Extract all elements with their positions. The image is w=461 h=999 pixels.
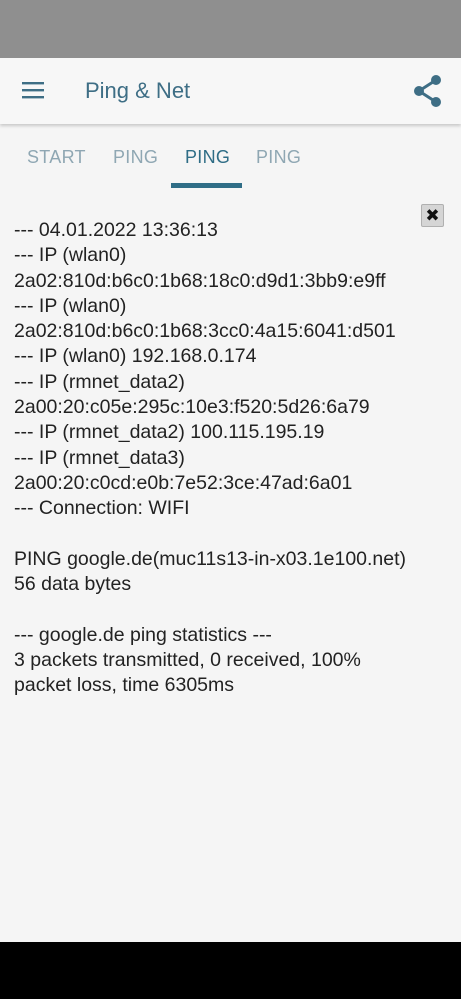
- output-line: --- google.de ping statistics ---: [14, 623, 272, 646]
- active-tab-indicator: [171, 183, 242, 188]
- tab-start[interactable]: START: [27, 144, 86, 170]
- tab-ping-2[interactable]: PING: [185, 144, 230, 170]
- output-line: --- IP (rmnet_data2): [14, 370, 185, 393]
- app-title: Ping & Net: [85, 78, 191, 103]
- app-toolbar: Ping & Net: [0, 58, 461, 124]
- output-line: 2a00:20:c0cd:e0b:7e52:3ce:47ad:6a01: [14, 471, 353, 494]
- menu-button[interactable]: [14, 71, 54, 111]
- output-line: --- IP (wlan0): [14, 244, 127, 267]
- tab-bar: START PING PING PING ✖: [0, 124, 461, 227]
- phone-screen: Ping & Net START PING PING PING ✖ --- 04…: [0, 0, 461, 999]
- output-line: 3 packets transmitted, 0 received, 100%: [14, 649, 361, 672]
- status-bar: [0, 0, 461, 58]
- output-line: --- IP (rmnet_data2) 100.115.195.19: [14, 421, 325, 444]
- output-line: PING google.de(muc11s13-in-x03.1e100.net…: [14, 547, 407, 570]
- output-line: 2a02:810d:b6c0:1b68:3cc0:4a15:6041:d501: [14, 320, 396, 343]
- output-line: --- Connection: WIFI: [14, 497, 190, 520]
- output-line: 56 data bytes: [14, 573, 132, 596]
- output-blank-line: [14, 522, 454, 547]
- ping-output: --- 04.01.2022 13:36:13 --- IP (wlan0) 2…: [14, 218, 454, 699]
- output-line: --- IP (wlan0) 192.168.0.174: [14, 345, 257, 368]
- output-line: --- 04.01.2022 13:36:13: [14, 219, 218, 241]
- output-line: 2a00:20:c05e:295c:10e3:f520:5d26:6a79: [14, 396, 370, 419]
- tab-ping-3[interactable]: PING: [256, 144, 301, 170]
- output-blank-line: [14, 597, 454, 622]
- share-button[interactable]: [406, 71, 450, 113]
- app-window: Ping & Net START PING PING PING ✖ --- 04…: [0, 58, 461, 942]
- output-line: --- IP (rmnet_data3): [14, 446, 185, 469]
- share-icon: [414, 75, 441, 107]
- tab-ping-1[interactable]: PING: [113, 144, 158, 170]
- hamburger-menu-icon: [22, 82, 44, 99]
- output-line: packet loss, time 6305ms: [14, 674, 235, 697]
- navigation-bar: [0, 942, 461, 999]
- output-line: 2a02:810d:b6c0:1b68:18c0:d9d1:3bb9:e9ff: [14, 269, 386, 292]
- output-line: --- IP (wlan0): [14, 294, 127, 317]
